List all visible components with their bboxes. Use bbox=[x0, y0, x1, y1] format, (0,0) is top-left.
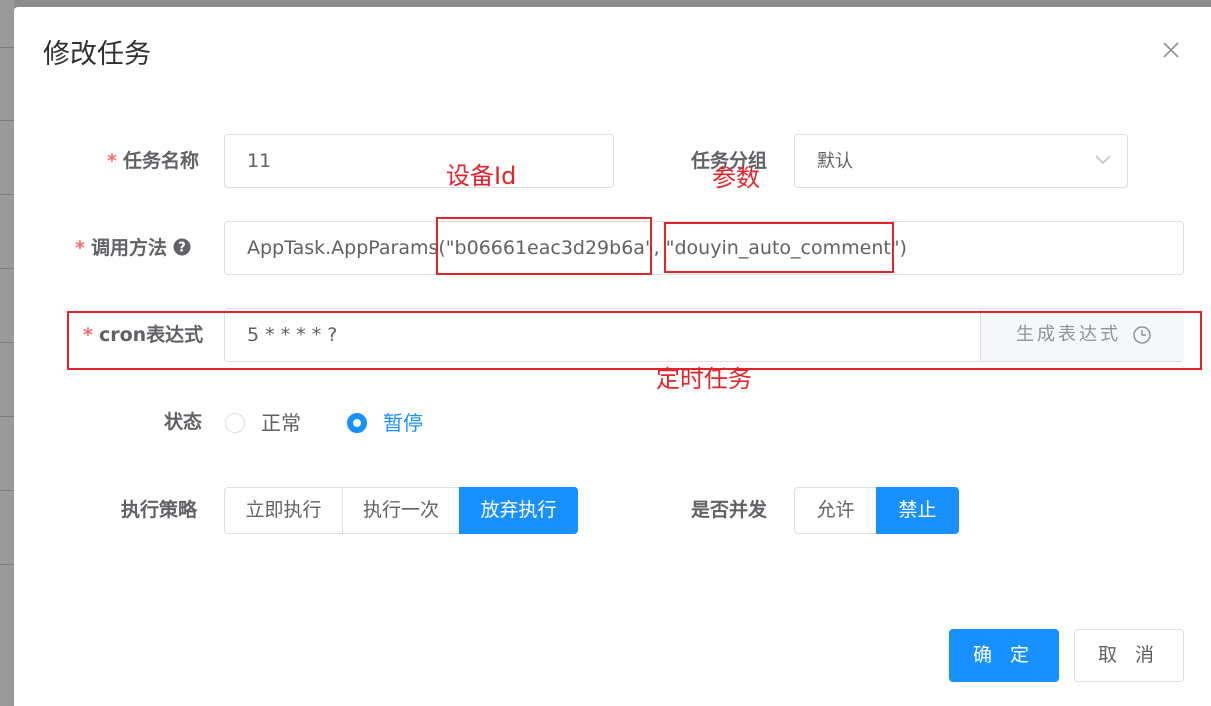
task-name-label: * 任务名称 bbox=[107, 150, 199, 172]
close-button[interactable] bbox=[1161, 40, 1181, 60]
status-label: 状态 bbox=[164, 411, 203, 433]
question-circle-icon[interactable]: ? bbox=[173, 238, 191, 256]
annotation-params: 参数 bbox=[712, 164, 760, 192]
radio-circle bbox=[225, 412, 245, 433]
annotation-box-device-id bbox=[436, 217, 652, 275]
chevron-down-icon bbox=[1095, 155, 1111, 165]
misfire-option-abandon[interactable]: 放弃执行 bbox=[459, 487, 578, 534]
annotation-box-cron bbox=[67, 311, 1202, 370]
misfire-option-once[interactable]: 执行一次 bbox=[342, 487, 460, 534]
task-name-input[interactable]: 11 bbox=[224, 134, 614, 188]
misfire-policy-label: 执行策略 bbox=[121, 499, 198, 521]
misfire-option-immediate[interactable]: 立即执行 bbox=[224, 487, 343, 534]
confirm-button[interactable]: 确 定 bbox=[949, 629, 1059, 682]
radio-circle bbox=[347, 412, 367, 433]
concurrent-option-allow[interactable]: 允许 bbox=[794, 487, 877, 534]
concurrent-label: 是否并发 bbox=[691, 499, 768, 521]
close-icon bbox=[1163, 42, 1179, 58]
concurrent-group: 允许 禁止 bbox=[794, 487, 959, 534]
cancel-button[interactable]: 取 消 bbox=[1074, 629, 1184, 682]
concurrent-option-forbid[interactable]: 禁止 bbox=[876, 487, 959, 534]
task-group-select[interactable]: 默认 bbox=[794, 134, 1128, 188]
annotation-box-params bbox=[664, 222, 894, 273]
invoke-target-label: * 调用方法? bbox=[75, 236, 191, 260]
misfire-policy-group: 立即执行 执行一次 放弃执行 bbox=[224, 487, 578, 534]
annotation-device-id: 设备Id bbox=[446, 162, 517, 190]
annotation-scheduled-task: 定时任务 bbox=[656, 365, 752, 393]
svg-text:?: ? bbox=[178, 241, 186, 256]
status-radio-normal[interactable]: 正常 bbox=[225, 411, 301, 435]
dialog-title: 修改任务 bbox=[43, 39, 151, 70]
status-radio-paused[interactable]: 暂停 bbox=[347, 411, 423, 435]
background-page-edge bbox=[0, 0, 14, 706]
